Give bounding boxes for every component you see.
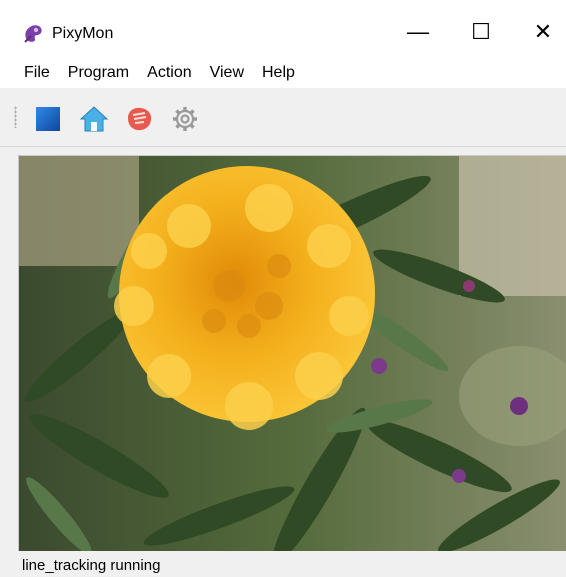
home-button[interactable]	[79, 104, 109, 134]
menu-action[interactable]: Action	[138, 59, 200, 87]
camera-image	[19, 156, 566, 551]
stop-button[interactable]	[33, 104, 63, 134]
pixy-button[interactable]	[124, 104, 154, 134]
home-icon	[79, 106, 109, 132]
maximize-button[interactable]: ☐	[458, 16, 504, 48]
status-text: line_tracking running	[22, 557, 161, 574]
close-icon: ✕	[533, 19, 553, 44]
maximize-icon: ☐	[471, 19, 491, 44]
status-bar: line_tracking running	[0, 552, 566, 577]
stop-square-icon	[36, 107, 60, 131]
pixymon-app-icon	[24, 25, 42, 43]
menu-program[interactable]: Program	[59, 59, 138, 87]
toolbar	[0, 88, 566, 147]
toolbar-grip-handle[interactable]	[14, 106, 17, 128]
menu-bar: File Program Action View Help	[0, 58, 566, 88]
menu-view[interactable]: View	[201, 59, 253, 87]
video-frame[interactable]	[18, 155, 566, 551]
title-bar[interactable]: PixyMon — ☐ ✕	[0, 0, 566, 58]
window-title: PixyMon	[52, 25, 114, 42]
gear-icon	[173, 107, 197, 131]
menu-help[interactable]: Help	[253, 59, 304, 87]
minimize-icon: —	[407, 19, 429, 44]
menu-file[interactable]: File	[15, 59, 59, 87]
close-button[interactable]: ✕	[520, 16, 566, 48]
pixy-logo-icon	[128, 107, 152, 131]
configure-button[interactable]	[170, 104, 200, 134]
minimize-button[interactable]: —	[395, 16, 441, 48]
pixymon-window: PixyMon — ☐ ✕ File Program Action View H…	[0, 0, 566, 577]
